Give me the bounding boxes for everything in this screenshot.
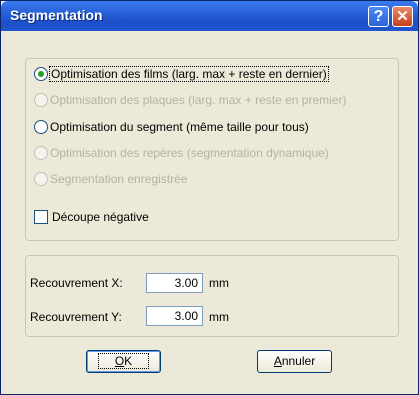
close-button[interactable]: ✕ [392,6,413,27]
radio-optimisation-segment[interactable]: Optimisation du segment (même taille pou… [34,118,309,136]
overlap-y-input[interactable]: 3.00 [146,306,203,326]
overlap-x-unit: mm [209,276,229,290]
close-icon: ✕ [396,8,409,25]
radio-icon [34,146,48,160]
title-bar[interactable]: Segmentation ? ✕ [1,1,418,31]
radio-selected-icon[interactable] [34,67,48,81]
checkbox-decoupe-negative[interactable]: Découpe négative [34,208,149,226]
radio-icon[interactable] [34,120,48,134]
overlap-x-input[interactable]: 3.00 [146,273,203,293]
radio-optimisation-plaques: Optimisation des plaques (larg. max + re… [34,91,346,109]
radio-optimisation-films[interactable]: Optimisation des films (larg. max + rest… [34,65,329,83]
radio-label: Optimisation du segment (même taille pou… [50,120,309,134]
ok-mnemonic: O [114,354,125,368]
overlap-group [25,255,399,337]
radio-label: Segmentation enregistrée [50,172,188,186]
segmentation-dialog: Segmentation ? ✕ Optimisation des films … [0,0,419,395]
cancel-mnemonic: A [273,354,282,368]
overlap-y-unit: mm [209,310,229,324]
checkbox-label: Découpe négative [52,210,149,224]
overlap-x-label: Recouvrement X: [30,276,123,290]
dialog-title: Segmentation [10,7,103,23]
checkbox-icon[interactable] [34,210,48,224]
cancel-button[interactable]: Annuler [257,350,332,373]
radio-label: Optimisation des films (larg. max + rest… [49,66,329,82]
cancel-label-rest: nnuler [281,354,316,368]
overlap-y-label: Recouvrement Y: [30,310,122,324]
radio-label: Optimisation des repères (segmentation d… [50,146,329,160]
radio-icon [34,172,48,186]
radio-icon [34,93,48,107]
ok-label-rest: K [124,354,133,368]
help-icon: ? [373,8,384,25]
ok-button[interactable]: OK [86,350,161,373]
radio-segmentation-enregistree: Segmentation enregistrée [34,170,187,188]
help-button[interactable]: ? [368,6,389,27]
radio-label: Optimisation des plaques (larg. max + re… [50,93,347,107]
radio-optimisation-reperes: Optimisation des repères (segmentation d… [34,144,329,162]
